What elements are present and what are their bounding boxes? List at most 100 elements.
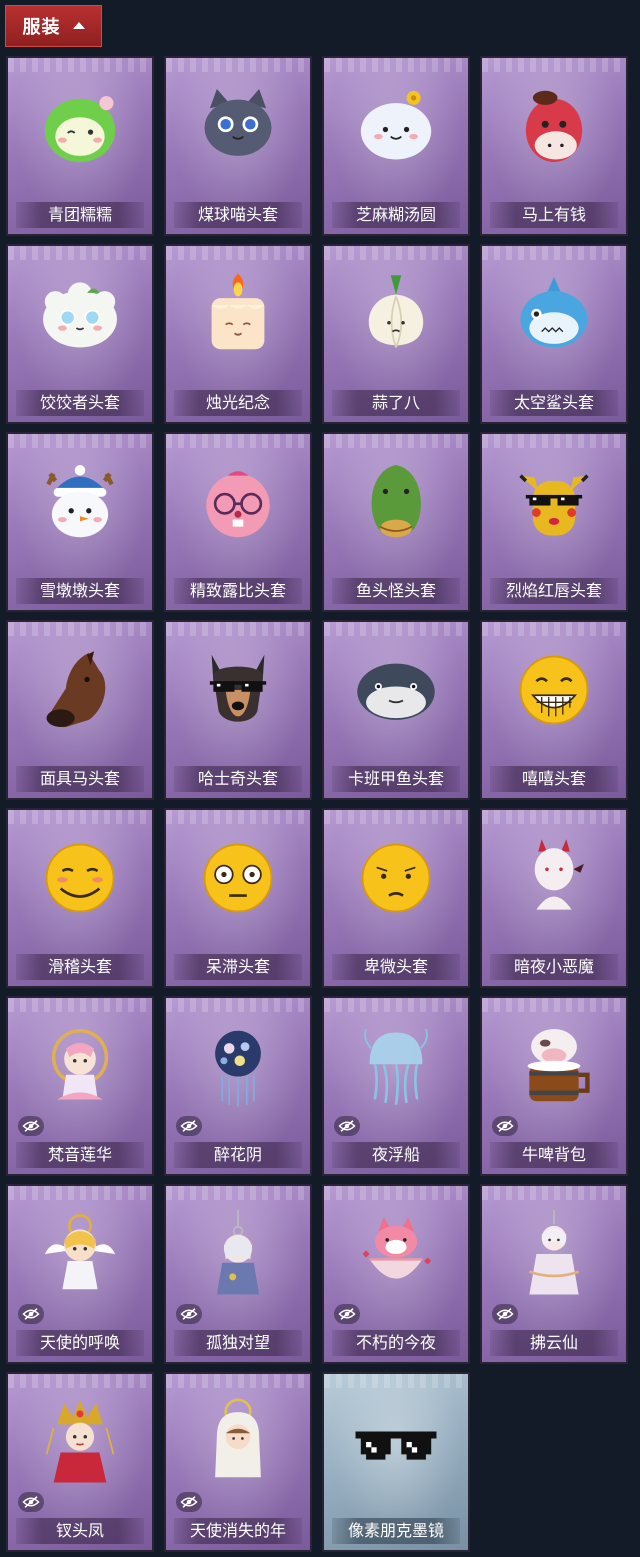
costume-item-card[interactable]: 醉花阴 bbox=[164, 996, 312, 1176]
costume-item-card[interactable]: 太空鲨头套 bbox=[480, 244, 628, 424]
costume-item-card[interactable]: 梵音莲华 bbox=[6, 996, 154, 1176]
hanging-doll-backpack-icon bbox=[192, 1210, 284, 1298]
smirk-emoji-head-icon bbox=[34, 834, 126, 922]
costume-item-card[interactable]: 煤球喵头套 bbox=[164, 56, 312, 236]
eye-slash-icon[interactable] bbox=[18, 1492, 44, 1512]
costume-item-card[interactable]: 烛光纪念 bbox=[164, 244, 312, 424]
costume-item-card[interactable]: 牛啤背包 bbox=[480, 996, 628, 1176]
costume-item-card[interactable]: 雪墩墩头套 bbox=[6, 432, 154, 612]
angel-doll-backpack-icon bbox=[34, 1210, 126, 1298]
grinning-emoji-head-icon bbox=[508, 646, 600, 734]
costume-item-card[interactable]: 不朽的今夜 bbox=[322, 1184, 470, 1364]
eye-slash-icon[interactable] bbox=[492, 1304, 518, 1324]
green-fish-head-icon bbox=[350, 458, 442, 546]
costume-item-label: 暗夜小恶魔 bbox=[490, 954, 618, 980]
costume-item-card[interactable]: 蒜了八 bbox=[322, 244, 470, 424]
pixel-sunglasses-icon bbox=[350, 1398, 442, 1486]
garlic-head-icon bbox=[350, 270, 442, 358]
eye-slash-icon[interactable] bbox=[334, 1304, 360, 1324]
costume-item-label: 鱼头怪头套 bbox=[332, 578, 460, 604]
eye-slash-icon[interactable] bbox=[492, 1116, 518, 1136]
costume-item-label: 孤独对望 bbox=[174, 1330, 302, 1356]
round-fish-head-icon bbox=[350, 646, 442, 734]
cloud-fairy-backpack-icon bbox=[508, 1210, 600, 1298]
costume-item-label: 太空鲨头套 bbox=[490, 390, 618, 416]
pink-beaver-glasses-head-icon bbox=[192, 458, 284, 546]
costume-item-label: 梵音莲华 bbox=[16, 1142, 144, 1168]
costume-item-label: 雪墩墩头套 bbox=[16, 578, 144, 604]
costume-item-card[interactable]: 面具马头套 bbox=[6, 620, 154, 800]
costume-item-card[interactable]: 夜浮船 bbox=[322, 996, 470, 1176]
flower-lantern-backpack-icon bbox=[192, 1022, 284, 1110]
costume-item-card[interactable]: 滑稽头套 bbox=[6, 808, 154, 988]
phoenix-crown-backpack-icon bbox=[34, 1398, 126, 1486]
costume-item-card[interactable]: 孤独对望 bbox=[164, 1184, 312, 1364]
costume-item-label: 卡班甲鱼头套 bbox=[332, 766, 460, 792]
dazed-emoji-head-icon bbox=[192, 834, 284, 922]
costume-item-card[interactable]: 卡班甲鱼头套 bbox=[322, 620, 470, 800]
costume-item-card[interactable]: 马上有钱 bbox=[480, 56, 628, 236]
costume-item-card[interactable]: 烈焰红唇头套 bbox=[480, 432, 628, 612]
costume-item-label: 拂云仙 bbox=[490, 1330, 618, 1356]
white-dumpling-head-icon bbox=[34, 270, 126, 358]
costume-item-label: 蒜了八 bbox=[332, 390, 460, 416]
costume-item-label: 牛啤背包 bbox=[490, 1142, 618, 1168]
costume-category-tab[interactable]: 服装 bbox=[5, 5, 102, 47]
eye-slash-icon[interactable] bbox=[18, 1304, 44, 1324]
humble-emoji-head-icon bbox=[350, 834, 442, 922]
costume-item-label: 精致露比头套 bbox=[174, 578, 302, 604]
costume-item-card[interactable]: 鱼头怪头套 bbox=[322, 432, 470, 612]
eye-slash-icon[interactable] bbox=[334, 1116, 360, 1136]
costume-item-card[interactable]: 像素朋克墨镜 bbox=[322, 1372, 470, 1552]
chevron-up-icon bbox=[72, 21, 85, 29]
costume-item-label: 像素朋克墨镜 bbox=[332, 1518, 460, 1544]
gray-cat-head-icon bbox=[192, 82, 284, 170]
costume-item-label: 嘻嘻头套 bbox=[490, 766, 618, 792]
eye-slash-icon[interactable] bbox=[176, 1304, 202, 1324]
costume-item-label: 哈士奇头套 bbox=[174, 766, 302, 792]
costume-item-card[interactable]: 呆滞头套 bbox=[164, 808, 312, 988]
little-devil-head-icon bbox=[508, 834, 600, 922]
costume-item-label: 滑稽头套 bbox=[16, 954, 144, 980]
white-dumpling-flower-head-icon bbox=[350, 82, 442, 170]
costume-grid: 青团糯糯 煤球喵头套 芝麻糊汤圆 马上有钱饺饺者头套 烛光纪念 蒜了八 太空鲨头套雪墩墩头套… bbox=[6, 56, 628, 1552]
costume-item-label: 马上有钱 bbox=[490, 202, 618, 228]
costume-item-label: 卑微头套 bbox=[332, 954, 460, 980]
costume-item-card[interactable]: 天使的呼唤 bbox=[6, 1184, 154, 1364]
brown-horse-mask-icon bbox=[34, 646, 126, 734]
eye-slash-icon[interactable] bbox=[176, 1116, 202, 1136]
costume-item-label: 天使消失的年 bbox=[174, 1518, 302, 1544]
costume-item-card[interactable]: 天使消失的年 bbox=[164, 1372, 312, 1552]
costume-item-label: 天使的呼唤 bbox=[16, 1330, 144, 1356]
eye-slash-icon[interactable] bbox=[18, 1116, 44, 1136]
husky-sunglasses-head-icon bbox=[192, 646, 284, 734]
lotus-doll-backpack-icon bbox=[34, 1022, 126, 1110]
blue-shark-head-icon bbox=[508, 270, 600, 358]
candle-head-icon bbox=[192, 270, 284, 358]
costume-item-label: 饺饺者头套 bbox=[16, 390, 144, 416]
costume-item-card[interactable]: 钗头凤 bbox=[6, 1372, 154, 1552]
costume-item-card[interactable]: 暗夜小恶魔 bbox=[480, 808, 628, 988]
costume-item-label: 钗头凤 bbox=[16, 1518, 144, 1544]
costume-item-card[interactable]: 卑微头套 bbox=[322, 808, 470, 988]
costume-item-card[interactable]: 拂云仙 bbox=[480, 1184, 628, 1364]
costume-item-label: 醉花阴 bbox=[174, 1142, 302, 1168]
jellyfish-backpack-icon bbox=[350, 1022, 442, 1110]
costume-item-label: 芝麻糊汤圆 bbox=[332, 202, 460, 228]
costume-item-card[interactable]: 精致露比头套 bbox=[164, 432, 312, 612]
snowman-reindeer-head-icon bbox=[34, 458, 126, 546]
cow-beer-barrel-backpack-icon bbox=[508, 1022, 600, 1110]
costume-item-card[interactable]: 嘻嘻头套 bbox=[480, 620, 628, 800]
costume-item-label: 不朽的今夜 bbox=[332, 1330, 460, 1356]
costume-item-card[interactable]: 饺饺者头套 bbox=[6, 244, 154, 424]
costume-item-card[interactable]: 芝麻糊汤圆 bbox=[322, 56, 470, 236]
yellow-pikachu-sunglasses-head-icon bbox=[508, 458, 600, 546]
eye-slash-icon[interactable] bbox=[176, 1492, 202, 1512]
category-title: 服装 bbox=[22, 17, 61, 38]
hooded-angel-backpack-icon bbox=[192, 1398, 284, 1486]
red-horse-head-icon bbox=[508, 82, 600, 170]
costume-item-label: 煤球喵头套 bbox=[174, 202, 302, 228]
costume-item-card[interactable]: 青团糯糯 bbox=[6, 56, 154, 236]
costume-item-card[interactable]: 哈士奇头套 bbox=[164, 620, 312, 800]
costume-item-label: 呆滞头套 bbox=[174, 954, 302, 980]
